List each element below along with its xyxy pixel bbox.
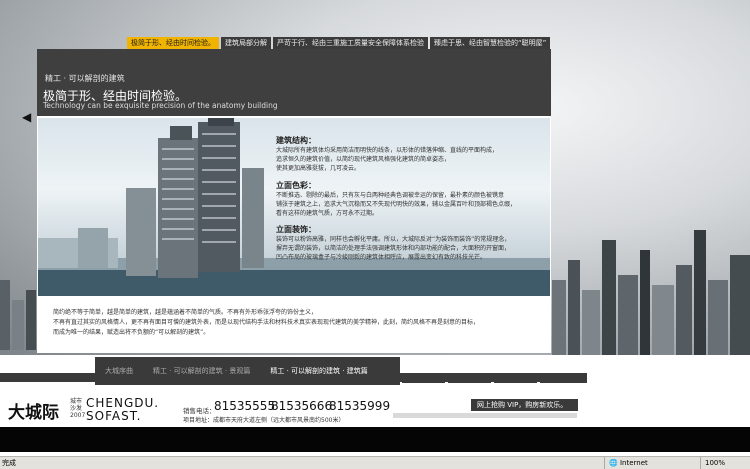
panel-header: 精工 · 可以解剖的建筑 极简于形、经由时间检验。 Technology can…: [37, 49, 551, 116]
tab-minimal-form[interactable]: 极简于形、经由时间检验。: [127, 37, 219, 49]
tab-construction-quality[interactable]: 严苛于行、经由三重施工质量安全保障体系检验: [273, 37, 428, 49]
footer-line: 不再有直过其实的风格情人，更不再有面目可憎的建筑外表，而是以现代结构手法和材料技…: [53, 319, 480, 326]
status-zone: 🌐 Internet: [604, 457, 696, 469]
project-address: 项目地址：成都市天府大道左侧（远大都市风景南约500米）: [183, 417, 345, 424]
bottom-navigation: 大城序曲 精工 · 可以解剖的建筑 · 景观篇 精工 · 可以解剖的建筑 · 建…: [95, 357, 400, 385]
city-skyline-image: [552, 230, 750, 355]
section-heading: 立面色彩：: [276, 181, 316, 190]
footer-line: 而成为唯一的结果，赋造出将不负额的“可以解剖的建筑”。: [53, 329, 210, 336]
brand-en-line: SOFAST.: [86, 409, 142, 423]
section-heading: 立面装饰：: [276, 225, 316, 234]
phone-number: 81535999: [329, 399, 391, 413]
brand-tagline: 城市沙发2007: [70, 398, 86, 419]
footer-links-strip: [393, 413, 577, 418]
section-line: 不断推选、剔除的最后，只有灰与白两种经典色调被幸运的保留，最朴素的颜色被镌意: [276, 192, 505, 199]
bottom-nav-prelude[interactable]: 大城序曲: [95, 366, 143, 376]
section-line: 装饰可以粉饰高雅，同样也会孵化平庸。所以，大城际反对“为装饰而装饰”的常规理念，: [276, 236, 511, 243]
city-left-image: [0, 280, 36, 350]
bottom-nav-spacer: [402, 374, 445, 383]
section-line: 大城际所有建筑体均采用简洁而明快的线条，以形体的错落伸缩、直线的平面构成，: [276, 147, 499, 154]
phone-number: 81535666: [271, 399, 333, 413]
bottom-nav-spacer: [448, 374, 491, 383]
section-structure: 建筑结构： 大城际所有建筑体均采用简洁而明快的线条，以形体的错落伸缩、直线的平面…: [276, 136, 546, 173]
tel-label: 销售电话：: [183, 407, 216, 415]
content-panel: 精工 · 可以解剖的建筑 极简于形、经由时间检验。 Technology can…: [37, 49, 551, 353]
footer-line: 简约绝不等于简单，越是简单的建筑，越是蕴涵着不简单的气质。不再有外形乖张浮夸的饰…: [53, 309, 318, 316]
tab-smart-home[interactable]: 臻虑于思、经由智慧检验的“聪明屋”: [430, 37, 551, 49]
section-heading: 建筑结构：: [276, 136, 316, 145]
browser-status-bar: 完成 🌐 Internet 100%: [0, 456, 750, 469]
section-facade-decor: 立面装饰： 装饰可以粉饰高雅，同样也会孵化平庸。所以，大城际反对“为装饰而装饰”…: [276, 225, 546, 262]
bottom-nav-spacer: [540, 374, 587, 383]
section-line: 追求恒久的建筑价值，以简约现代建筑风格强化建筑的简卓姿态，: [276, 156, 451, 163]
section-line: 铺张于建筑之上，追求大气沉稳而又不失现代明快的效果，辅以金属百叶和顶部褐色点缀，: [276, 201, 517, 208]
panel-subtitle: 精工 · 可以解剖的建筑: [45, 74, 125, 83]
brand-logo-cn[interactable]: 大城际: [8, 398, 59, 423]
black-band: [0, 427, 750, 452]
bottom-nav-architecture[interactable]: 精工 · 可以解剖的建筑 · 建筑篇: [260, 366, 377, 376]
section-facade-color: 立面色彩： 不断推选、剔除的最后，只有灰与白两种经典色调被幸运的保留，最朴素的颜…: [276, 181, 546, 218]
section-line: 摒弃无谓的装饰，以简洁的处理手法强调建筑形体和内部功能的配合，大面积的开窗面，: [276, 245, 511, 252]
panel-title-english: Technology can be exquisite precision of…: [43, 101, 278, 110]
phone-number: 81535555: [214, 399, 276, 413]
section-line: 看有这样的建筑气质，方可永不过期。: [276, 210, 379, 217]
section-line: 使其更加高雅挺拔，几可凌云。: [276, 165, 361, 172]
tab-building-parts[interactable]: 建筑局部分解: [221, 37, 271, 49]
status-done: 完成: [2, 459, 16, 467]
brand-logo-en: CHENGDU. SOFAST.: [86, 397, 159, 423]
status-zoom[interactable]: 100%: [700, 457, 725, 469]
top-tab-bar: 极简于形、经由时间检验。 建筑局部分解 严苛于行、经由三重施工质量安全保障体系检…: [127, 37, 551, 49]
previous-arrow-icon[interactable]: ◀: [22, 110, 34, 124]
building-hero-image: 建筑结构： 大城际所有建筑体均采用简洁而明快的线条，以形体的错落伸缩、直线的平面…: [38, 118, 550, 296]
vip-purchase-button[interactable]: 网上抢购 VIP，购房新欢乐。: [471, 399, 578, 411]
status-zone-label: Internet: [619, 459, 648, 467]
bottom-nav-spacer: [494, 374, 537, 383]
section-line: 凹凸布局的玻璃盒子与冷峻刚毅的建筑体相呼应，展露出变幻有致的科技光芒。: [276, 254, 487, 261]
panel-footer-text: 简约绝不等于简单，越是简单的建筑，越是蕴涵着不简单的气质。不再有外形乖张浮夸的饰…: [53, 308, 533, 338]
bottom-nav-landscape[interactable]: 精工 · 可以解剖的建筑 · 景观篇: [143, 366, 260, 376]
